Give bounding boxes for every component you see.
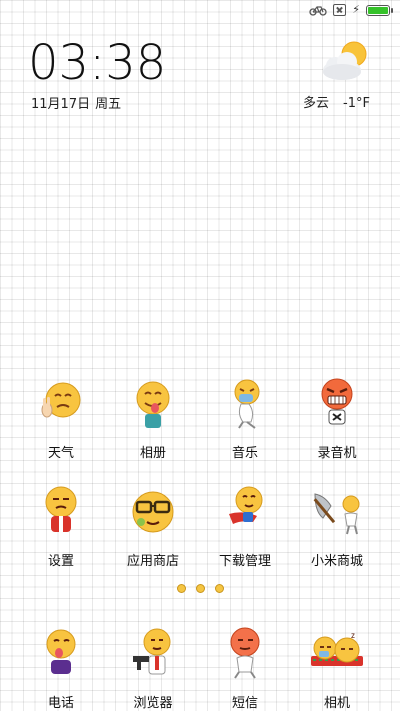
battery-icon: [366, 4, 393, 16]
app-label: 天气: [47, 446, 74, 461]
app-label: 下载管理: [218, 554, 271, 569]
emoji-glasses-icon: [132, 491, 174, 533]
app-settings[interactable]: 设置: [16, 484, 106, 569]
weekday-text: 周五: [95, 97, 122, 112]
emoji-sleeping-icon: z: [311, 631, 363, 666]
weather-temp: -1°F: [343, 96, 370, 111]
app-recorder[interactable]: 录音机: [292, 376, 382, 461]
app-label: 应用商店: [126, 554, 179, 569]
emoji-angry-icon: [321, 378, 353, 425]
partly-cloudy-icon[interactable]: [320, 40, 372, 82]
app-music[interactable]: 音乐: [200, 376, 290, 461]
app-label: 小米商城: [310, 554, 363, 569]
emoji-gun-icon: [133, 628, 171, 675]
dock-phone[interactable]: 电话: [16, 626, 106, 711]
app-label: 录音机: [317, 446, 357, 461]
svg-text:z: z: [351, 631, 355, 640]
app-mi-store[interactable]: 小米商城: [292, 484, 382, 569]
weather-condition: 多云: [303, 96, 330, 111]
charging-icon: ⚡: [352, 3, 360, 16]
app-weather[interactable]: 天气: [16, 376, 106, 461]
app-label: 相册: [139, 446, 166, 461]
emoji-tongue-icon: [136, 381, 170, 428]
sim-icon: [333, 4, 347, 16]
dock-browser[interactable]: 浏览器: [108, 626, 198, 711]
app-label: 设置: [47, 554, 74, 569]
emoji-peace-sign-icon: [41, 382, 81, 418]
app-label: 电话: [47, 696, 74, 711]
app-label: 浏览器: [133, 696, 173, 711]
weather-text[interactable]: 多云 -1°F: [303, 92, 370, 111]
emoji-flying-icon: [229, 486, 263, 524]
clock-time[interactable]: 03:38: [28, 36, 166, 90]
bike-icon: [309, 6, 327, 16]
app-gallery[interactable]: 相册: [108, 376, 198, 461]
emoji-red-face-icon: [230, 627, 260, 679]
emoji-sitting-mask-icon: [234, 379, 260, 429]
app-downloads[interactable]: 下载管理: [200, 484, 290, 569]
clock-date[interactable]: 11月17日 周五: [31, 93, 121, 112]
app-label: 相机: [323, 696, 350, 711]
date-text: 11月17日: [31, 97, 91, 112]
page-dot-3[interactable]: [214, 584, 224, 593]
dock-camera[interactable]: z 相机: [292, 626, 382, 711]
page-indicator[interactable]: [0, 584, 400, 593]
page-dot-2[interactable]: [195, 584, 205, 593]
page-dot-1[interactable]: [176, 584, 186, 593]
status-bar: ⚡: [0, 0, 400, 24]
status-icons: ⚡: [309, 3, 393, 16]
dock-messages[interactable]: 短信: [200, 626, 290, 711]
emoji-axe-icon: [313, 493, 360, 535]
emoji-red-shirt-icon: [45, 486, 77, 532]
app-label: 音乐: [231, 446, 258, 461]
app-label: 短信: [231, 696, 258, 711]
app-store[interactable]: 应用商店: [108, 484, 198, 569]
emoji-tongue-out-icon: [46, 629, 76, 674]
